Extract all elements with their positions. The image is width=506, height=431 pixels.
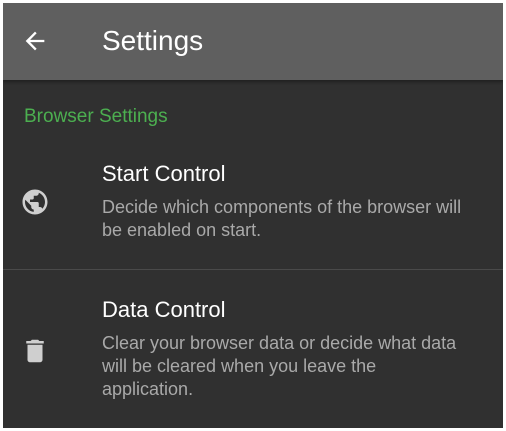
preference-start-control[interactable]: Start Control Decide which components of… bbox=[3, 143, 503, 268]
trash-icon bbox=[20, 336, 50, 366]
divider bbox=[3, 269, 503, 270]
page-title: Settings bbox=[102, 25, 204, 56]
settings-screen: Settings Browser Settings Start Control … bbox=[3, 3, 503, 428]
app-toolbar: Settings bbox=[3, 3, 503, 80]
preference-summary: Clear your browser data or decide what d… bbox=[102, 333, 457, 399]
preference-title: Start Control bbox=[102, 161, 226, 186]
preference-data-control[interactable]: Data Control Clear your browser data or … bbox=[3, 271, 503, 428]
arrow-back-icon bbox=[25, 31, 45, 51]
globe-icon bbox=[20, 187, 50, 217]
preference-title: Data Control bbox=[102, 297, 226, 322]
section-header-browser-settings: Browser Settings bbox=[24, 106, 168, 127]
preference-summary: Decide which components of the browser w… bbox=[102, 197, 462, 240]
back-button[interactable] bbox=[17, 23, 53, 59]
